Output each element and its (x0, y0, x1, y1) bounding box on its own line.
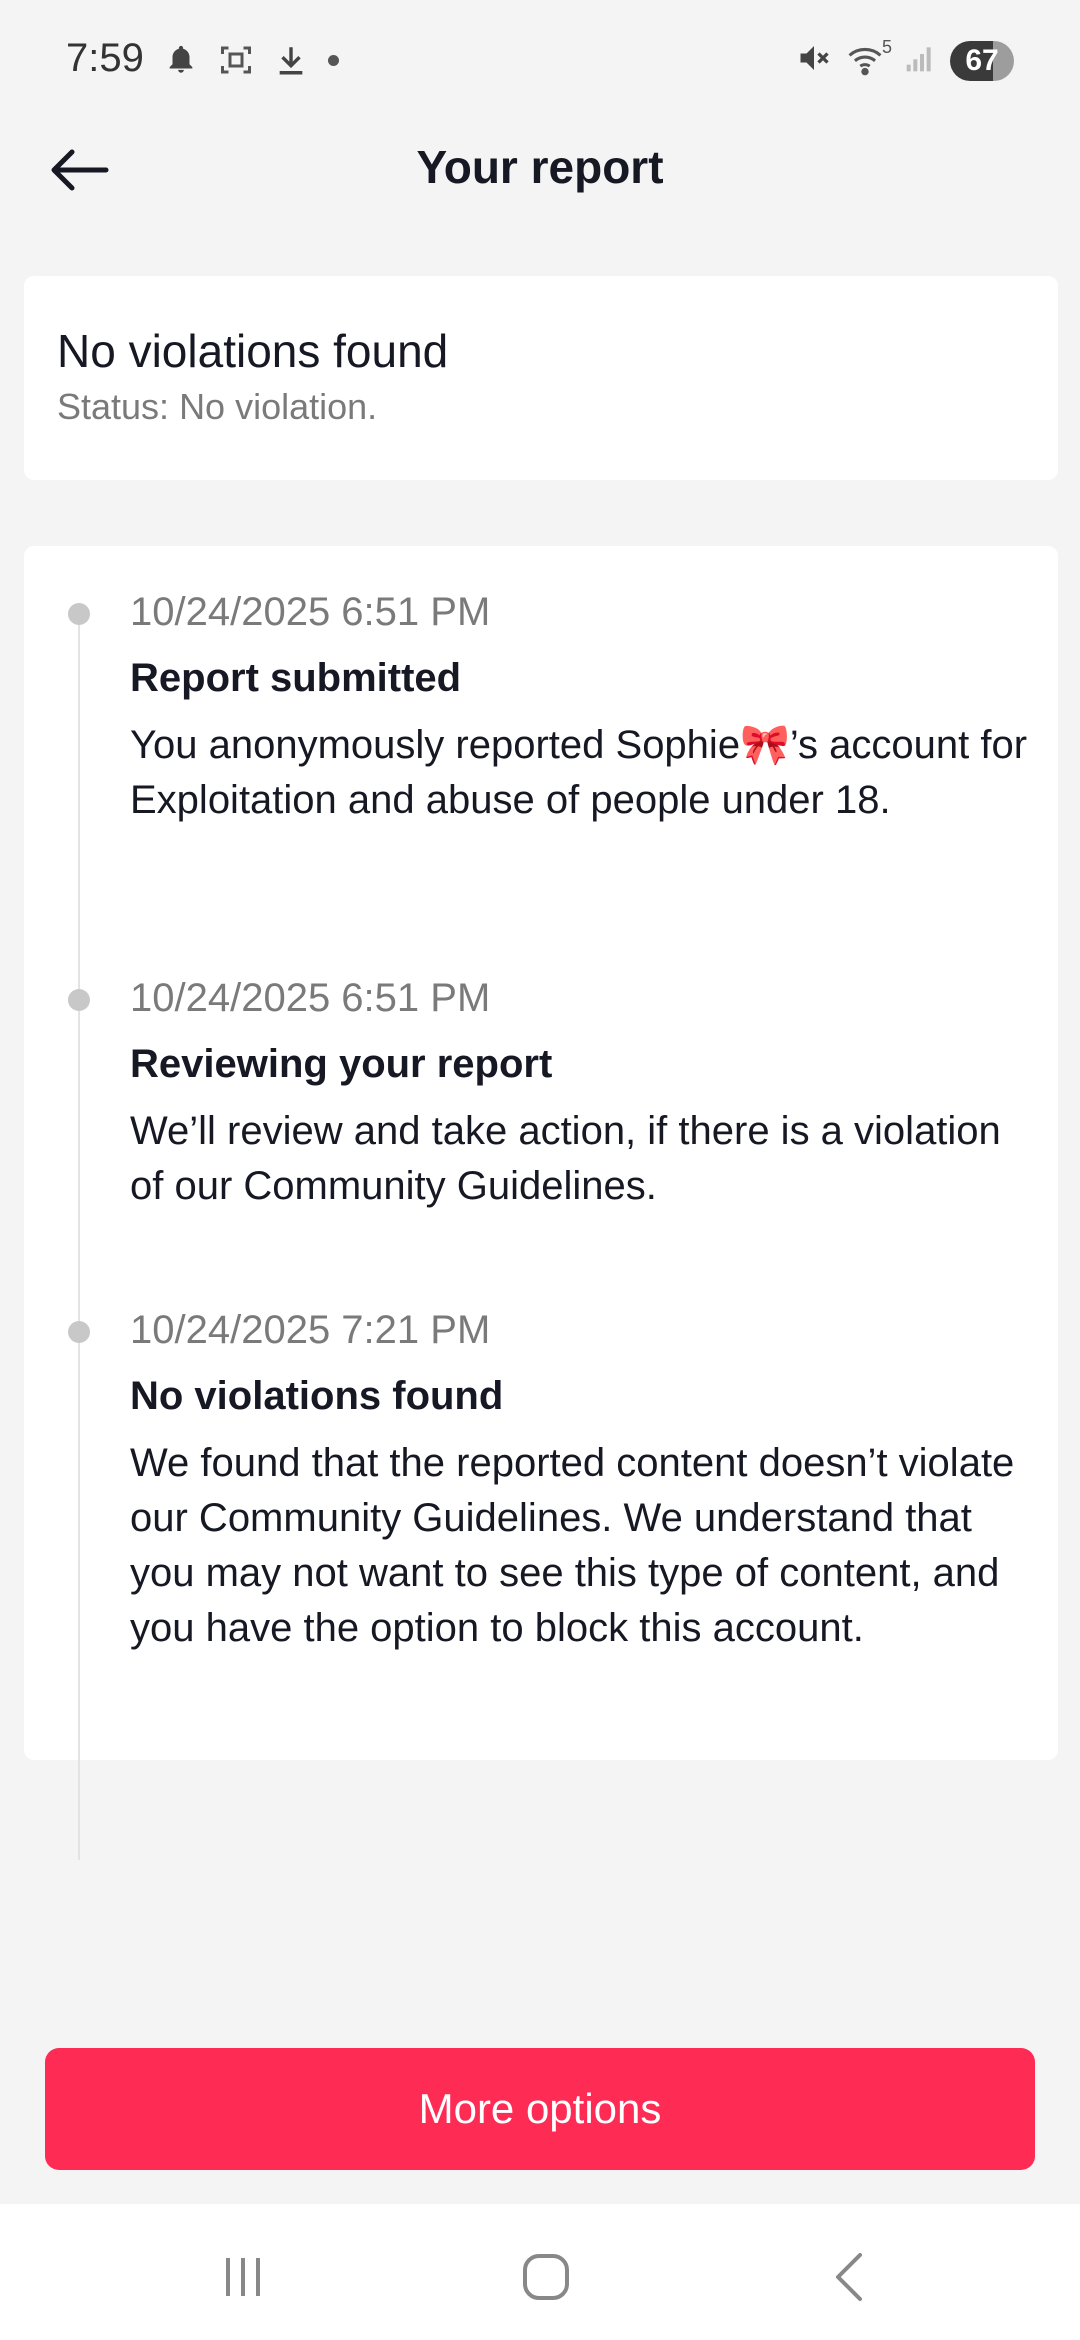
report-status-card: No violations found Status: No violation… (24, 276, 1058, 480)
bell-icon (164, 43, 198, 77)
report-status-title: No violations found (57, 325, 449, 377)
status-right-icons: 5 67 (796, 37, 1014, 81)
timeline-body: We found that the reported content doesn… (130, 1441, 1015, 1650)
battery-level-text: 67 (965, 43, 999, 77)
status-left-icons (164, 42, 339, 78)
timeline-heading: Reviewing your report (130, 1042, 553, 1086)
timeline-dot (68, 603, 90, 625)
header: Your report (0, 120, 1080, 220)
system-nav-bar (0, 2204, 1080, 2340)
page-title: Your report (416, 141, 664, 193)
timeline-date: 10/24/2025 6:51 PM (130, 590, 491, 634)
battery-icon: 67 (950, 40, 1014, 81)
status-bar: 7:59 5 67 (0, 0, 1080, 120)
mute-icon (796, 40, 832, 81)
timeline-line (78, 616, 80, 1860)
home-button[interactable] (506, 2242, 586, 2312)
nav-back-button[interactable] (810, 2242, 890, 2312)
timeline-date: 10/24/2025 7:21 PM (130, 1308, 491, 1352)
recents-button[interactable] (203, 2242, 283, 2312)
dot-icon (328, 54, 339, 66)
screenshot-icon (218, 42, 254, 78)
download-icon (274, 43, 308, 77)
wifi-icon: 5 (846, 37, 892, 79)
timeline-dot (68, 1321, 90, 1343)
timeline-date: 10/24/2025 6:51 PM (130, 976, 491, 1020)
timeline-body: We’ll review and take action, if there i… (130, 1109, 1001, 1208)
recents-icon (226, 2258, 260, 2296)
timeline-heading: No violations found (130, 1374, 504, 1418)
report-timeline-card: 10/24/2025 6:51 PM Report submitted You … (24, 546, 1058, 1860)
timeline-body: You anonymously reported Sophie🎀’s accou… (130, 723, 1028, 822)
status-time: 7:59 (66, 36, 144, 80)
report-status-subtitle: Status: No violation. (57, 386, 378, 427)
home-icon (523, 2254, 569, 2300)
more-options-button[interactable]: More options (45, 2048, 1035, 2170)
timeline-heading: Report submitted (130, 656, 462, 700)
timeline-dot (68, 989, 90, 1011)
wifi-band-label: 5 (881, 36, 892, 57)
back-icon (836, 2253, 862, 2301)
signal-icon (904, 42, 936, 79)
